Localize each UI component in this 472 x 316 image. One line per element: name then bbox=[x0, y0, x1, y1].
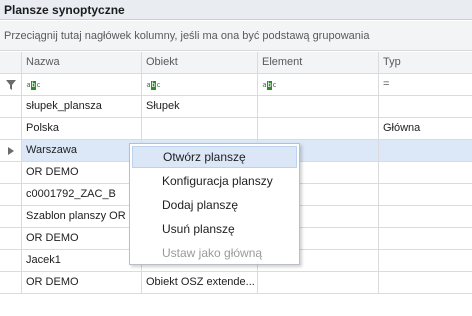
row-indicator bbox=[0, 228, 22, 250]
row-indicator bbox=[0, 184, 22, 206]
cell-typ bbox=[379, 140, 472, 162]
row-indicator bbox=[0, 250, 22, 272]
column-header-element[interactable]: Element bbox=[258, 52, 379, 74]
cell-nazwa: OR DEMO bbox=[22, 228, 142, 250]
row-indicator bbox=[0, 140, 22, 162]
row-indicator bbox=[0, 96, 22, 118]
cell-nazwa: Jacek1 bbox=[22, 250, 142, 272]
cell-nazwa: słupek_plansza bbox=[22, 96, 142, 118]
header-indicator-cell bbox=[0, 52, 22, 74]
cell-obiekt bbox=[142, 118, 258, 140]
filter-row: abc abc abc = bbox=[0, 74, 472, 96]
cell-element bbox=[258, 96, 379, 118]
cell-nazwa: OR DEMO bbox=[22, 162, 142, 184]
menu-item-set-as-main: Ustaw jako główną bbox=[162, 246, 263, 260]
filter-cell-nazwa[interactable]: abc bbox=[22, 74, 142, 96]
row-indicator bbox=[0, 162, 22, 184]
menu-item-open-board[interactable]: Otwórz planszę bbox=[132, 146, 297, 168]
cell-typ bbox=[379, 228, 472, 250]
cell-element bbox=[258, 272, 379, 294]
funnel-icon[interactable] bbox=[0, 74, 22, 96]
cell-typ bbox=[379, 272, 472, 294]
cell-obiekt: Obiekt OSZ extende... bbox=[142, 272, 258, 294]
cell-element bbox=[258, 118, 379, 140]
context-menu: Otwórz planszę Konfiguracja planszy Doda… bbox=[129, 143, 300, 265]
equals-filter-icon: = bbox=[383, 78, 390, 90]
filter-cell-obiekt[interactable]: abc bbox=[142, 74, 258, 96]
boards-panel: Plansze synoptyczne Przeciągnij tutaj na… bbox=[0, 0, 472, 316]
table-row[interactable]: Polska Główna bbox=[0, 118, 472, 140]
cell-nazwa: c0001792_ZAC_B bbox=[22, 184, 142, 206]
menu-item-add-board[interactable]: Dodaj planszę bbox=[132, 194, 297, 216]
cell-nazwa: Warszawa bbox=[22, 140, 142, 162]
row-indicator bbox=[0, 118, 22, 140]
cell-typ bbox=[379, 96, 472, 118]
grid-header: Nazwa Obiekt Element Typ bbox=[0, 52, 472, 74]
column-header-typ[interactable]: Typ bbox=[379, 52, 472, 74]
cell-typ bbox=[379, 250, 472, 272]
cell-typ: Główna bbox=[379, 118, 472, 140]
column-header-nazwa[interactable]: Nazwa bbox=[22, 52, 142, 74]
menu-item-delete-board[interactable]: Usuń planszę bbox=[132, 218, 297, 240]
row-indicator bbox=[0, 272, 22, 294]
table-row[interactable]: słupek_plansza Słupek bbox=[0, 96, 472, 118]
current-row-arrow-icon bbox=[7, 147, 14, 155]
group-by-panel[interactable]: Przeciągnij tutaj nagłówek kolumny, jeśl… bbox=[0, 21, 472, 51]
filter-cell-element[interactable]: abc bbox=[258, 74, 379, 96]
column-header-obiekt[interactable]: Obiekt bbox=[142, 52, 258, 74]
table-row[interactable]: OR DEMO Obiekt OSZ extende... bbox=[0, 272, 472, 294]
cell-typ bbox=[379, 206, 472, 228]
cell-typ bbox=[379, 162, 472, 184]
cell-typ bbox=[379, 184, 472, 206]
cell-nazwa: OR DEMO bbox=[22, 272, 142, 294]
text-filter-icon: abc bbox=[146, 81, 161, 90]
cell-obiekt: Słupek bbox=[142, 96, 258, 118]
text-filter-icon: abc bbox=[26, 81, 41, 90]
menu-item-configure-board[interactable]: Konfiguracja planszy bbox=[132, 170, 297, 192]
filter-cell-typ[interactable]: = bbox=[379, 74, 472, 96]
row-indicator bbox=[0, 206, 22, 228]
cell-nazwa: Polska bbox=[22, 118, 142, 140]
text-filter-icon: abc bbox=[262, 81, 277, 90]
panel-title: Plansze synoptyczne bbox=[0, 0, 472, 20]
cell-nazwa: Szablon planszy OR bbox=[22, 206, 142, 228]
